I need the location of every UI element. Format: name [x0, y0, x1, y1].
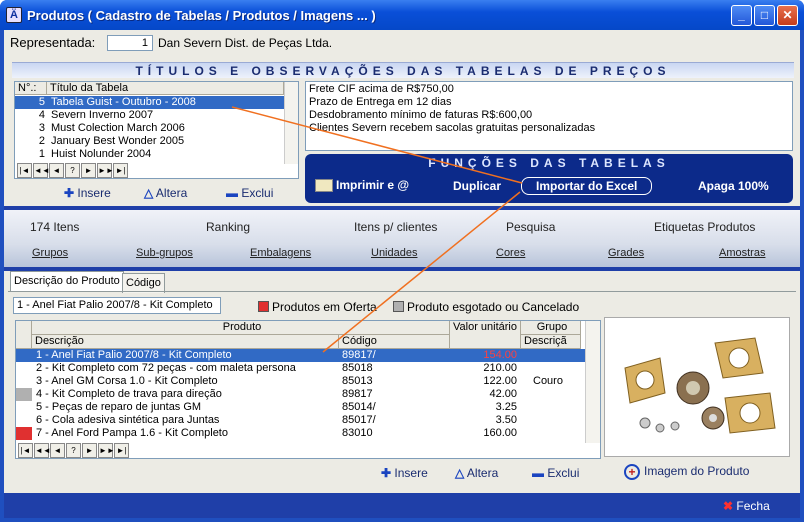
drag-arrows: [231, 106, 523, 353]
main-window: Ä Produtos ( Cadastro de Tabelas / Produ…: [0, 0, 804, 522]
